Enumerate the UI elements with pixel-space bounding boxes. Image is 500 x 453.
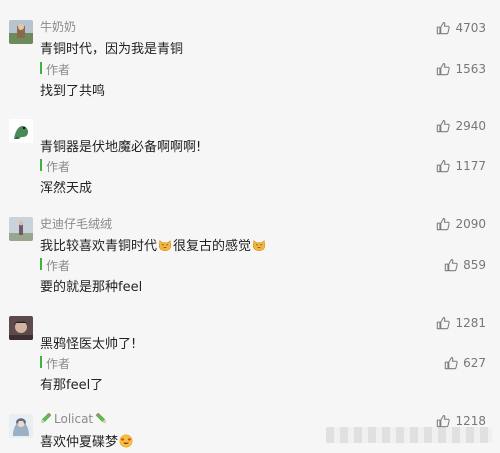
like-button[interactable]: 1563 [436,61,486,77]
commenter-name[interactable]: Lolicat [40,412,109,426]
like-count: 1563 [455,62,486,76]
author-label: 作者 [46,160,71,174]
like-count: 627 [463,356,486,370]
cat-face-icon [158,238,172,252]
avatar[interactable] [9,20,33,44]
thumbs-up-icon [444,258,458,272]
comment-text: 青铜器是伏地魔必备啊啊啊! [40,140,202,155]
like-count: 859 [463,258,486,272]
avatar[interactable] [9,217,33,241]
commenter-name[interactable]: 牛奶奶 [40,18,76,35]
thumbs-up-icon [436,316,450,330]
thumbs-up-icon [444,356,458,370]
like-count: 1177 [455,159,486,173]
reply-text: 要的就是那种feel [40,280,143,295]
author-bar [40,258,42,270]
thumbs-up-icon [436,62,450,76]
like-count: 2090 [455,217,486,231]
commenter-name[interactable]: 史迪仔毛绒绒 [40,215,112,232]
comment-text: 喜欢仲夏碟梦 [40,431,133,450]
pencil-icon [40,412,52,424]
thumbs-up-icon [436,414,450,428]
comment-text-part: 很复古的感觉 [173,239,252,254]
reply-text: 找到了共鸣 [40,84,106,99]
avatar[interactable] [9,119,33,143]
author-label: 作者 [46,63,71,77]
author-bar [40,62,42,74]
like-count: 1281 [455,316,486,330]
avatar[interactable] [9,316,33,340]
like-count: 2940 [455,119,486,133]
thumbs-up-icon [436,217,450,231]
like-button[interactable]: 627 [444,355,486,371]
like-button[interactable]: 1281 [436,315,486,331]
avatar[interactable] [9,414,33,438]
thumbs-up-icon [436,119,450,133]
like-button[interactable]: 1177 [436,158,486,174]
author-label: 作者 [46,357,71,371]
author-bar [40,159,42,171]
comment-text: 黑鸦怪医太帅了! [40,337,137,352]
like-button[interactable]: 859 [444,257,486,273]
author-label: 作者 [46,259,71,273]
thumbs-up-icon [436,159,450,173]
like-button[interactable]: 4703 [436,20,486,36]
reply-text: 有那feel了 [40,378,104,393]
comment-text-part: 我比较喜欢青铜时代 [40,239,158,254]
comment-text-part: 喜欢仲夏碟梦 [40,435,119,450]
like-button[interactable]: 2090 [436,216,486,232]
watermark-overlay [326,427,492,443]
like-count: 1218 [455,414,486,428]
author-bar [40,356,42,368]
thumbs-up-icon [436,21,450,35]
commenter-name-text[interactable]: Lolicat [54,412,93,426]
comment-text: 青铜时代，因为我是青铜 [40,42,184,57]
like-button[interactable]: 2940 [436,118,486,134]
like-count: 4703 [455,21,486,35]
cat-face-icon [252,238,266,252]
heart-eyes-icon [119,434,133,448]
reply-text: 浑然天成 [40,181,93,196]
comment-text: 我比较喜欢青铜时代 很复古的感觉 [40,235,267,254]
pencil-icon [95,412,107,424]
